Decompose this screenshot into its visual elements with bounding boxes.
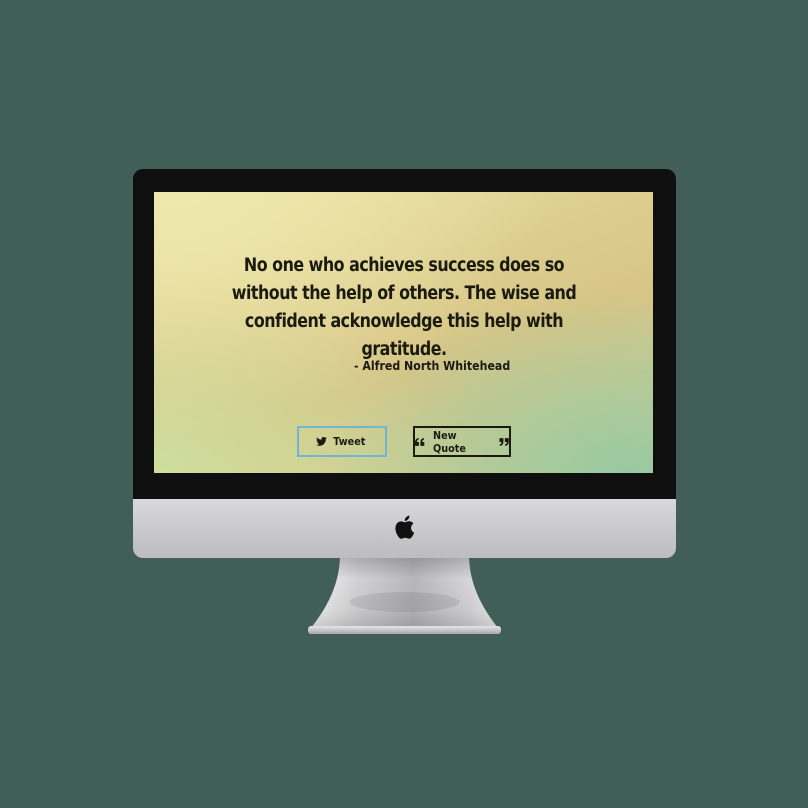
monitor-bezel: No one who achieves success does so with… (133, 169, 676, 499)
apple-logo-icon (395, 515, 415, 539)
quote-right-icon (499, 437, 510, 446)
new-quote-button[interactable]: New Quote (413, 426, 511, 457)
quote-author: - Alfred North Whitehead (354, 358, 511, 373)
quote-left-icon (415, 437, 425, 446)
tweet-button-label: Tweet (333, 435, 366, 448)
quote-text: No one who achieves success does so with… (231, 255, 577, 360)
quote-screen: No one who achieves success does so with… (154, 192, 653, 473)
twitter-bird-icon (316, 437, 328, 446)
monitor-stand (308, 558, 501, 634)
new-quote-button-label: New Quote (432, 428, 466, 455)
tweet-button[interactable]: Tweet (297, 426, 387, 457)
